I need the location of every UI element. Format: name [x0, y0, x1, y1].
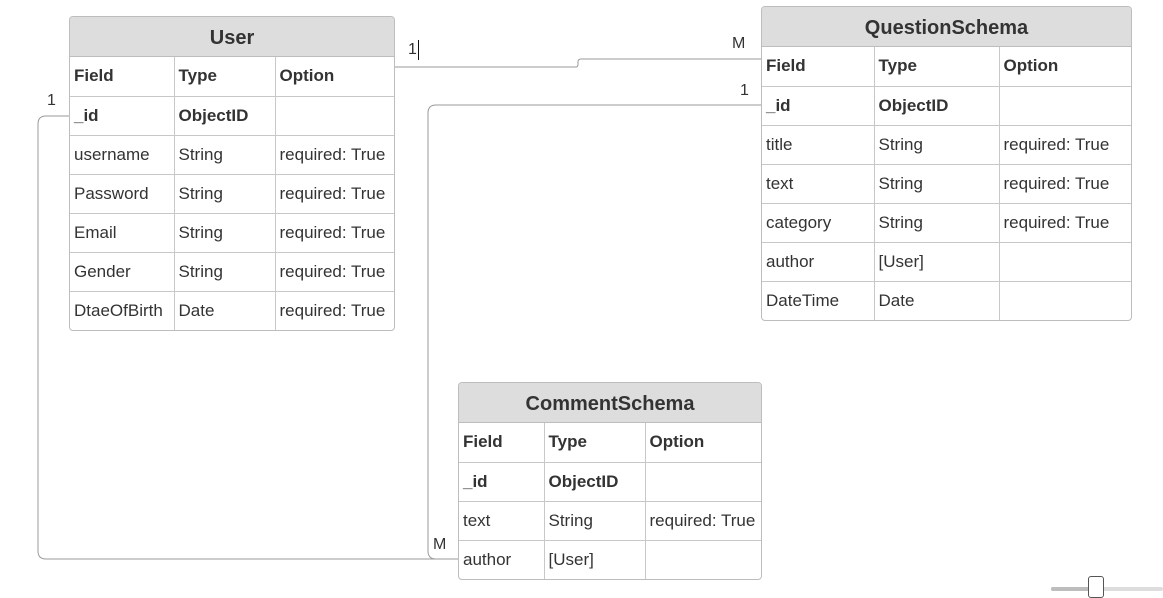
type-cell: Date [174, 291, 276, 330]
multiplicity-user-comment-from: 1 [47, 92, 56, 109]
option-cell: required: True [275, 252, 394, 292]
table-header-row: Field Type Option [459, 423, 761, 463]
column-header: Option [645, 423, 761, 463]
multiplicity-user-question-to: M [732, 35, 746, 52]
option-cell [645, 462, 761, 502]
type-cell: String [874, 125, 1000, 165]
column-header: Field [762, 47, 875, 87]
column-header: Field [70, 57, 175, 97]
column-header: Type [874, 47, 1000, 87]
option-cell: required: True [999, 125, 1131, 165]
zoom-slider-track[interactable] [1051, 587, 1163, 591]
field-row: Gender String required: True [70, 252, 394, 292]
type-cell: String [874, 203, 1000, 243]
field-cell: Gender [70, 252, 175, 292]
field-row: _id ObjectID [762, 86, 1131, 126]
field-row: author [User] [459, 540, 761, 579]
type-cell: String [174, 135, 276, 175]
connector-user-question[interactable] [395, 58, 762, 68]
field-cell: Email [70, 213, 175, 253]
type-cell: String [544, 501, 646, 541]
commentschema-entity[interactable]: CommentSchema Field Type Option _id ObjectID… [458, 382, 762, 580]
column-header: Field [459, 423, 545, 463]
entity-title: User [70, 17, 394, 57]
field-row: _id ObjectID [459, 462, 761, 502]
field-row: text String required: True [762, 164, 1131, 204]
option-cell: required: True [275, 135, 394, 175]
option-cell: required: True [275, 213, 394, 253]
column-header: Type [544, 423, 646, 463]
type-cell: String [174, 252, 276, 292]
field-row: DateTime Date [762, 281, 1131, 320]
option-cell: required: True [999, 203, 1131, 243]
field-cell: title [762, 125, 875, 165]
field-cell: text [459, 501, 545, 541]
field-cell: _id [70, 96, 175, 136]
field-cell: _id [762, 86, 875, 126]
field-row: title String required: True [762, 125, 1131, 165]
type-cell: ObjectID [874, 86, 1000, 126]
field-table: Field Type Option _id ObjectID title String req… [762, 47, 1131, 320]
column-header: Option [999, 47, 1131, 87]
field-row: DtaeOfBirth Date required: True [70, 291, 394, 330]
type-cell: ObjectID [174, 96, 276, 136]
type-cell: [User] [544, 540, 646, 579]
option-cell: required: True [999, 164, 1131, 204]
option-cell: required: True [275, 174, 394, 214]
questionschema-entity[interactable]: QuestionSchema Field Type Option _id ObjectI… [761, 6, 1132, 321]
field-cell: _id [459, 462, 545, 502]
field-cell: DateTime [762, 281, 875, 320]
type-cell: [User] [874, 242, 1000, 282]
type-cell: ObjectID [544, 462, 646, 502]
zoom-slider-thumb[interactable] [1087, 576, 1104, 598]
user-entity[interactable]: User Field Type Option _id ObjectID username S… [69, 16, 395, 331]
field-row: category String required: True [762, 203, 1131, 243]
table-header-row: Field Type Option [762, 47, 1131, 87]
column-header: Type [174, 57, 276, 97]
field-cell: Password [70, 174, 175, 214]
field-cell: text [762, 164, 875, 204]
field-row: Email String required: True [70, 213, 394, 253]
field-table: Field Type Option _id ObjectID username String… [70, 57, 394, 330]
option-cell [999, 281, 1131, 320]
option-cell: required: True [279, 300, 386, 320]
multiplicity-user-question-from: 1 [408, 41, 417, 58]
field-cell: DtaeOfBirth [70, 291, 175, 330]
entity-title: CommentSchema [459, 383, 761, 423]
entity-title: QuestionSchema [762, 7, 1131, 47]
type-cell: String [174, 213, 276, 253]
option-cell: required: True [645, 501, 761, 541]
field-cell: author [762, 242, 875, 282]
field-cell: category [762, 203, 875, 243]
field-cell: username [70, 135, 175, 175]
field-row: author [User] [762, 242, 1131, 282]
type-cell: String [174, 174, 276, 214]
multiplicity-question-comment-from: 1 [740, 82, 749, 99]
option-cell [645, 540, 761, 579]
field-table: Field Type Option _id ObjectID text String requ… [459, 423, 761, 579]
field-row: _id ObjectID [70, 96, 394, 136]
option-cell [999, 86, 1131, 126]
option-cell [275, 96, 394, 136]
column-header: Option [275, 57, 394, 97]
field-row: Password String required: True [70, 174, 394, 214]
table-header-row: Field Type Option [70, 57, 394, 97]
text-cursor [418, 40, 419, 60]
type-cell: Date [874, 281, 1000, 320]
field-row: username String required: True [70, 135, 394, 175]
multiplicity-comment-to: M [433, 536, 447, 553]
field-row: text String required: True [459, 501, 761, 541]
option-cell [999, 242, 1131, 282]
type-cell: String [874, 164, 1000, 204]
field-cell: author [459, 540, 545, 579]
